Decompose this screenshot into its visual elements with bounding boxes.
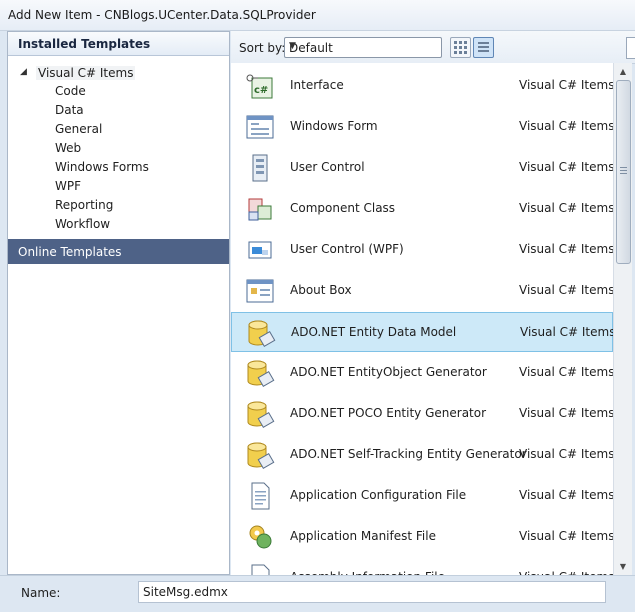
template-category: Visual C# Items bbox=[519, 406, 613, 420]
tree-item-windows-forms[interactable]: Windows Forms bbox=[55, 160, 149, 178]
template-name: User Control bbox=[290, 160, 365, 174]
dropdown-arrow-icon: ▼ bbox=[289, 41, 296, 51]
template-name: Application Configuration File bbox=[290, 488, 467, 502]
title-bar: Add New Item - CNBlogs.UCenter.Data.SQLP… bbox=[0, 0, 635, 31]
scroll-up-icon[interactable]: ▲ bbox=[614, 63, 632, 80]
template-category: Visual C# Items bbox=[519, 365, 613, 379]
template-item[interactable]: Application Manifest File Visual C# Items bbox=[231, 517, 613, 557]
search-installed-templates-input[interactable] bbox=[626, 37, 635, 59]
expand-arrow-icon[interactable]: ◢ bbox=[20, 67, 27, 77]
tree-item-code[interactable]: Code bbox=[55, 84, 86, 102]
sort-by-dropdown[interactable]: Default ▼ bbox=[284, 37, 442, 58]
wpf-user-control-icon bbox=[244, 234, 276, 266]
database-icon bbox=[244, 439, 276, 471]
database-icon bbox=[244, 357, 276, 389]
interface-icon: c# bbox=[244, 70, 276, 102]
installed-templates-header[interactable]: Installed Templates bbox=[8, 32, 229, 56]
template-item[interactable]: About Box Visual C# Items bbox=[231, 271, 613, 311]
tree-item-data[interactable]: Data bbox=[55, 103, 84, 121]
template-name: ADO.NET Entity Data Model bbox=[291, 325, 457, 339]
tree-item-label: Visual C# Items bbox=[36, 66, 136, 80]
tree-item-web[interactable]: Web bbox=[55, 141, 81, 159]
component-class-icon bbox=[244, 193, 276, 225]
template-name: Interface bbox=[290, 78, 344, 92]
online-templates-label: Online Templates bbox=[18, 245, 122, 259]
medium-icons-view-button[interactable] bbox=[450, 37, 471, 58]
template-name: ADO.NET EntityObject Generator bbox=[290, 365, 487, 379]
template-category: Visual C# Items bbox=[519, 447, 613, 461]
template-item[interactable]: c# Interface Visual C# Items bbox=[231, 66, 613, 106]
sort-toolbar: Sort by: Default ▼ bbox=[231, 31, 635, 64]
template-category: Visual C# Items bbox=[519, 242, 613, 256]
tree-item-reporting[interactable]: Reporting bbox=[55, 198, 113, 216]
name-label: Name: bbox=[21, 586, 61, 600]
config-file-icon bbox=[244, 480, 276, 512]
template-item[interactable]: Component Class Visual C# Items bbox=[231, 189, 613, 229]
tree-item-wpf[interactable]: WPF bbox=[55, 179, 81, 197]
template-name: Application Manifest File bbox=[290, 529, 436, 543]
template-category: Visual C# Items bbox=[519, 529, 613, 543]
template-item[interactable]: ADO.NET Entity Data Model Visual C# Items bbox=[231, 312, 613, 352]
template-category: Visual C# Items bbox=[519, 78, 613, 92]
about-box-icon bbox=[244, 275, 276, 307]
template-category: Visual C# Items bbox=[519, 488, 613, 502]
small-icons-view-button[interactable] bbox=[473, 37, 494, 58]
scrollbar-thumb[interactable] bbox=[616, 80, 631, 264]
template-item[interactable]: User Control Visual C# Items bbox=[231, 148, 613, 188]
template-item[interactable]: Application Configuration File Visual C# … bbox=[231, 476, 613, 516]
templates-list-scrollbar[interactable]: ▲ ▼ bbox=[613, 63, 632, 575]
item-name-value: SiteMsg.edmx bbox=[143, 585, 228, 599]
template-name: User Control (WPF) bbox=[290, 242, 404, 256]
template-name: ADO.NET Self-Tracking Entity Generator bbox=[290, 447, 527, 461]
template-name: About Box bbox=[290, 283, 352, 297]
tree-item-workflow[interactable]: Workflow bbox=[55, 217, 110, 235]
assembly-info-icon: c# bbox=[244, 562, 276, 575]
scroll-down-icon[interactable]: ▼ bbox=[614, 558, 632, 575]
window-title: Add New Item - CNBlogs.UCenter.Data.SQLP… bbox=[8, 8, 316, 22]
template-category: Visual C# Items bbox=[519, 283, 613, 297]
installed-templates-label: Installed Templates bbox=[18, 37, 151, 51]
template-name: Component Class bbox=[290, 201, 396, 215]
user-control-icon bbox=[244, 152, 276, 184]
template-category: Visual C# Items bbox=[519, 119, 613, 133]
template-name: Windows Form bbox=[290, 119, 378, 133]
online-templates-header[interactable]: Online Templates bbox=[8, 239, 229, 264]
manifest-file-icon bbox=[244, 521, 276, 553]
template-category: Visual C# Items bbox=[519, 160, 613, 174]
tree-item-general[interactable]: General bbox=[55, 122, 102, 140]
template-item[interactable]: ADO.NET EntityObject Generator Visual C# … bbox=[231, 353, 613, 393]
template-tree-panel: Installed Templates ◢ Visual C# Items Co… bbox=[7, 31, 230, 575]
templates-list: c# Interface Visual C# Items Windows Form Vi… bbox=[231, 63, 613, 575]
name-bar: Name: SiteMsg.edmx bbox=[0, 575, 635, 612]
item-name-input[interactable]: SiteMsg.edmx bbox=[138, 581, 606, 603]
windows-form-icon bbox=[244, 111, 276, 143]
database-icon bbox=[245, 317, 277, 349]
template-item[interactable]: User Control (WPF) Visual C# Items bbox=[231, 230, 613, 270]
sort-by-label: Sort by: bbox=[239, 41, 286, 55]
template-category: Visual C# Items bbox=[519, 201, 613, 215]
template-item[interactable]: ADO.NET POCO Entity Generator Visual C# I… bbox=[231, 394, 613, 434]
template-category: Visual C# Items bbox=[520, 325, 613, 339]
database-icon bbox=[244, 398, 276, 430]
svg-text:c#: c# bbox=[254, 85, 268, 96]
template-item[interactable]: Windows Form Visual C# Items bbox=[231, 107, 613, 147]
template-item[interactable]: ADO.NET Self-Tracking Entity Generator Vi… bbox=[231, 435, 613, 475]
template-item[interactable]: c#Assembly Information FileVisual C# Ite… bbox=[231, 558, 613, 575]
template-name: ADO.NET POCO Entity Generator bbox=[290, 406, 487, 420]
